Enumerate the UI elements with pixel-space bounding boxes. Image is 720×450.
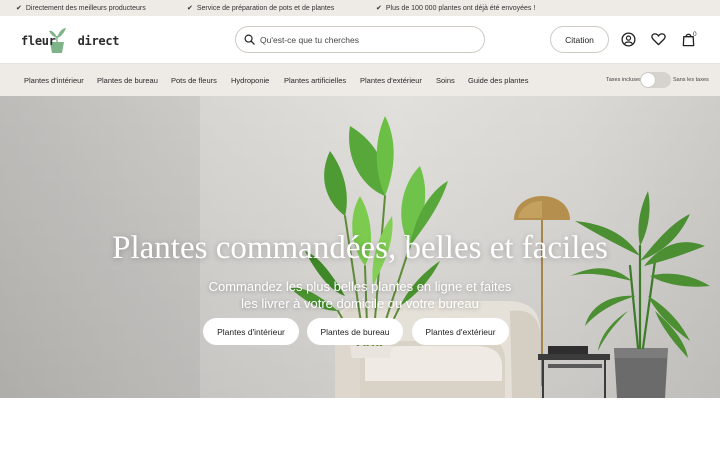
search-input[interactable]: [260, 34, 470, 45]
main-nav: Plantes d'intérieur Plantes de bureau Po…: [0, 64, 720, 96]
toggle-knob: [641, 73, 655, 87]
search-icon: [244, 34, 255, 45]
account-icon[interactable]: [619, 30, 637, 48]
usp-text: Directement des meilleurs producteurs: [25, 4, 146, 12]
check-icon: ✔: [187, 5, 193, 12]
usp-item: ✔ Directement des meilleurs producteurs: [16, 0, 146, 16]
logo-text: fleur direct: [21, 34, 119, 48]
check-icon: ✔: [16, 5, 22, 12]
hero-banner: Plantes commandées, belles et faciles Co…: [0, 96, 720, 398]
logo-text-right: direct: [77, 34, 120, 48]
search-bar[interactable]: [235, 26, 485, 53]
tax-included-label: Taxes incluses: [606, 77, 642, 83]
logo[interactable]: fleur direct: [21, 26, 119, 56]
usp-text: Service de préparation de pots et de pla…: [196, 4, 335, 12]
nav-item-outdoor-plants[interactable]: Plantes d'extérieur: [360, 64, 422, 96]
check-icon: ✔: [376, 5, 382, 12]
logo-text-left: fleur: [21, 34, 56, 48]
usp-text: Plus de 100 000 plantes ont déjà été env…: [385, 4, 536, 12]
hero-title: Plantes commandées, belles et faciles: [112, 230, 608, 266]
hero-subtitle-line: les livrer à votre domicile ou votre bur…: [241, 296, 479, 311]
usp-bar: ✔ Directement des meilleurs producteurs ✔…: [0, 0, 720, 16]
nav-item-indoor-plants[interactable]: Plantes d'intérieur: [24, 64, 84, 96]
indoor-plants-button[interactable]: Plantes d'intérieur: [203, 318, 299, 345]
tax-excluded-label: Sans les taxes: [673, 77, 709, 83]
usp-item: ✔ Plus de 100 000 plantes ont déjà été en…: [376, 0, 535, 16]
office-plants-button[interactable]: Plantes de bureau: [307, 318, 403, 345]
nav-item-office-plants[interactable]: Plantes de bureau: [97, 64, 158, 96]
nav-item-flower-pots[interactable]: Pots de fleurs: [171, 64, 217, 96]
nav-item-plant-guide[interactable]: Guide des plantes: [468, 64, 528, 96]
usp-item: ✔ Service de préparation de pots et de pl…: [187, 0, 334, 16]
outdoor-plants-button[interactable]: Plantes d'extérieur: [412, 318, 509, 345]
citation-button[interactable]: Citation: [550, 26, 609, 53]
hero-subtitle: Commandez les plus belles plantes en lig…: [0, 278, 720, 312]
heart-icon[interactable]: [649, 30, 667, 48]
tax-toggle[interactable]: [640, 72, 671, 88]
site-header: fleur direct Citation 0: [0, 16, 720, 64]
cart-count-badge: 0: [693, 31, 697, 38]
hero-subtitle-line: Commandez les plus belles plantes en lig…: [208, 279, 512, 294]
nav-item-artificial-plants[interactable]: Plantes artificielles: [284, 64, 346, 96]
nav-item-hydroponics[interactable]: Hydroponie: [231, 64, 269, 96]
nav-item-care[interactable]: Soins: [436, 64, 455, 96]
